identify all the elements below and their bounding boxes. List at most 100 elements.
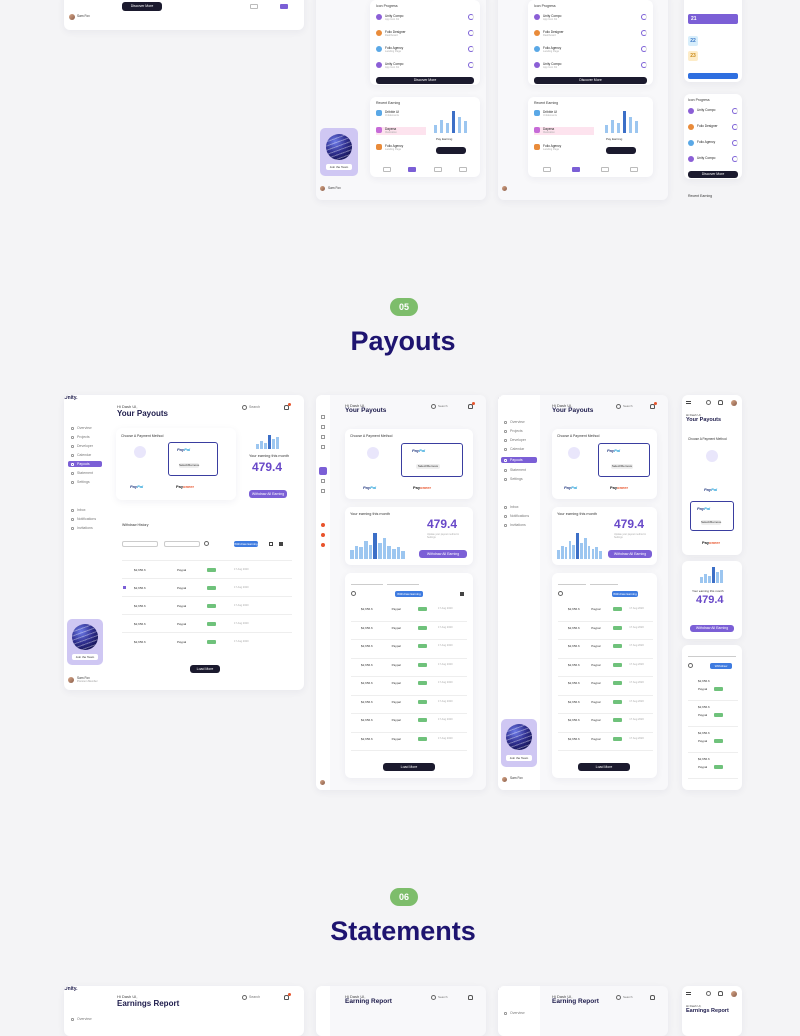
table-row[interactable]: $2,656.6 Paypal 17 Aug 2020: [351, 622, 467, 640]
view-button[interactable]: [606, 147, 636, 154]
search-icon[interactable]: [616, 995, 621, 1000]
list-item[interactable]: Folio Agency Landing Page: [534, 144, 594, 152]
history-filter[interactable]: [558, 579, 586, 585]
list-item[interactable]: Dribble UI Ui Elements: [376, 110, 426, 118]
sidebar-item-calendar[interactable]: Calendar: [501, 446, 537, 452]
withdraw-earning-button[interactable]: Withdraw Earning: [234, 541, 258, 547]
sidebar-icon[interactable]: [321, 425, 325, 429]
list-item[interactable]: Folio Agency Landing Page: [376, 144, 426, 152]
table-row[interactable]: $2,656.6 Paypal 17 Aug 2020: [558, 640, 653, 659]
paypal-option-card[interactable]: PayPal Select/Remove: [401, 443, 463, 477]
sidebar-icon-active[interactable]: [319, 467, 327, 475]
search-icon[interactable]: [706, 400, 711, 405]
delete-icon[interactable]: [460, 592, 464, 596]
bell-icon[interactable]: [718, 400, 723, 405]
tab-icon[interactable]: [250, 3, 258, 9]
discover-more-button[interactable]: Discover More: [534, 77, 647, 84]
sidebar-item-settings[interactable]: Settings: [501, 476, 537, 482]
sidebar-icon[interactable]: [321, 543, 325, 547]
sidebar-item-overview[interactable]: Overview: [501, 419, 537, 425]
sidebar-item-projects[interactable]: Projects: [68, 434, 108, 440]
date-23[interactable]: 23: [688, 51, 698, 61]
search-icon[interactable]: [616, 404, 621, 409]
list-item[interactable]: Folio Agency: [688, 140, 738, 148]
sidebar-icon[interactable]: [321, 445, 325, 449]
paypal-option-card[interactable]: PayPal Select/Remove: [598, 443, 650, 477]
sidebar-item-inbox[interactable]: Inbox: [501, 504, 537, 510]
sidebar-icon[interactable]: [321, 489, 325, 493]
table-row[interactable]: $2,656.6 Paypal: [688, 675, 738, 701]
list-item[interactable]: Unity Compo App Icon Kit: [376, 62, 474, 70]
sidebar-item-developer[interactable]: Developer: [501, 437, 537, 443]
search-label[interactable]: Search: [623, 995, 633, 999]
list-item[interactable]: Dribble UI Ui Elements: [534, 110, 594, 118]
list-item[interactable]: Folio Designer Dashboard: [376, 30, 474, 38]
load-more-button[interactable]: Load More: [190, 665, 220, 673]
tab-icon[interactable]: [542, 166, 551, 172]
view-button[interactable]: [436, 147, 466, 154]
sidebar-item-invitations[interactable]: Invitations: [501, 522, 537, 528]
search-icon[interactable]: [204, 541, 209, 546]
table-row[interactable]: $2,656.6 Paypal 17 Aug 2020: [558, 733, 653, 751]
withdraw-earning-button[interactable]: Withdraw Earning: [710, 663, 732, 674]
table-row[interactable]: $2,656.6 Paypal 17 Aug 2020: [351, 696, 467, 714]
sidebar-item-statement[interactable]: Statement: [68, 470, 108, 476]
history-filter[interactable]: [164, 541, 200, 547]
withdraw-all-button[interactable]: Withdraw All Earning: [690, 625, 734, 632]
search-icon[interactable]: [431, 995, 436, 1000]
list-item[interactable]: Unity Compo App Icon Kit: [376, 14, 474, 22]
select-remove-button[interactable]: Select/Remove: [179, 463, 199, 468]
bell-icon[interactable]: [468, 995, 473, 1000]
discover-more-button[interactable]: Discover More: [122, 2, 162, 11]
table-row[interactable]: $2,656.6 Paypal: [688, 753, 738, 779]
export-icon[interactable]: [269, 542, 273, 546]
history-filter[interactable]: [590, 579, 618, 585]
list-item[interactable]: Unity Compo App Icon Kit: [534, 14, 647, 22]
sidebar-item-calendar[interactable]: Calendar: [68, 452, 108, 458]
table-row[interactable]: $2,656.6 Paypal 17 Aug 2020: [558, 603, 653, 622]
delete-icon[interactable]: [279, 542, 283, 546]
search-label[interactable]: Search: [249, 995, 260, 999]
bell-icon[interactable]: [650, 995, 655, 1000]
sidebar-item-payouts[interactable]: Payouts: [501, 457, 537, 463]
table-row[interactable]: $2,656.6 Paypal 17 Aug 2020: [351, 640, 467, 659]
withdraw-all-button[interactable]: Withdraw All Earning: [249, 490, 287, 498]
withdraw-earning-button[interactable]: Withdraw Earning: [395, 591, 423, 597]
sidebar-icon[interactable]: [321, 523, 325, 527]
tab-icon[interactable]: [433, 166, 442, 172]
menu-icon[interactable]: [686, 401, 691, 404]
sidebar-item-statement[interactable]: Statement: [501, 467, 537, 473]
table-row[interactable]: $2,656.6 Paypal: [688, 701, 738, 727]
history-filter[interactable]: [387, 579, 419, 585]
list-item[interactable]: Unity Compo: [688, 108, 738, 116]
date-22[interactable]: 22: [688, 36, 698, 46]
sidebar-item-notifications[interactable]: Notifications: [68, 516, 108, 522]
sidebar-icon[interactable]: [321, 435, 325, 439]
select-remove-button[interactable]: Select/Remove: [416, 464, 440, 469]
date-21[interactable]: 21: [688, 14, 738, 24]
search-label[interactable]: Search: [249, 405, 260, 409]
load-more-button[interactable]: Load More: [578, 763, 630, 771]
sidebar-item-inbox[interactable]: Inbox: [68, 507, 108, 513]
table-row[interactable]: $2,656.6 Paypal 17 Aug 2020: [351, 677, 467, 696]
tab-icon[interactable]: [630, 166, 639, 172]
sidebar-item-developer[interactable]: Developer: [68, 443, 108, 449]
sidebar-item-overview[interactable]: Overview: [501, 1010, 537, 1016]
search-icon[interactable]: [706, 991, 711, 996]
tab-icon[interactable]: [382, 166, 391, 172]
search-icon[interactable]: [242, 405, 247, 410]
sidebar-item-settings[interactable]: Settings: [68, 479, 108, 485]
sidebar-item-overview[interactable]: Overview: [68, 425, 108, 431]
list-item[interactable]: Unity Compo: [688, 156, 738, 164]
tab-icon[interactable]: [459, 166, 468, 172]
tab-icon[interactable]: [601, 166, 610, 172]
withdraw-earning-button[interactable]: Withdraw Earning: [612, 591, 638, 597]
discover-more-button[interactable]: Discover More: [376, 77, 474, 84]
discover-more-button[interactable]: Discover More: [688, 171, 738, 178]
search-label[interactable]: Search: [623, 404, 633, 408]
table-row[interactable]: $2,656.6 Paypal 17 Aug 2020: [351, 603, 467, 622]
search-icon[interactable]: [242, 995, 247, 1000]
table-row[interactable]: $2,656.6 Paypal 17 Aug 2020: [558, 677, 653, 696]
list-item[interactable]: Folio Agency Landing Page: [376, 46, 474, 54]
history-filter[interactable]: [688, 651, 736, 657]
